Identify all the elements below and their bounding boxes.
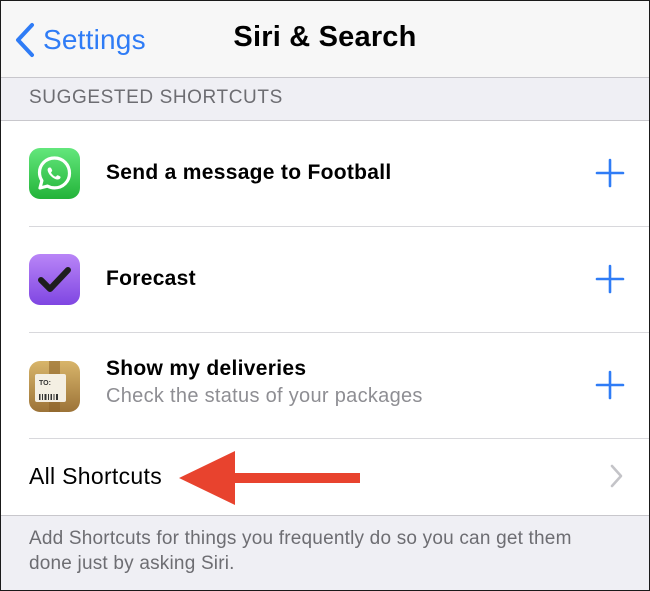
plus-icon[interactable] — [595, 370, 625, 400]
shortcut-row-deliveries[interactable]: TO: Show my deliveries Check the status … — [1, 333, 649, 439]
shortcut-subtitle: Check the status of your packages — [106, 385, 423, 407]
section-footer: Add Shortcuts for things you frequently … — [29, 528, 572, 574]
shortcut-title: Send a message to Football — [106, 161, 392, 184]
all-shortcuts-label: All Shortcuts — [29, 463, 163, 489]
navigation-bar: Settings Siri & Search — [1, 1, 649, 78]
omnifocus-checkmark-icon — [29, 254, 80, 305]
whatsapp-icon — [29, 148, 80, 199]
settings-screen: Settings Siri & Search SUGGESTED SHORTCU… — [0, 0, 650, 591]
shortcut-title: Forecast — [106, 267, 196, 290]
chevron-right-icon — [610, 464, 623, 488]
red-arrow-icon — [179, 451, 360, 505]
shortcut-title: Show my deliveries — [106, 357, 307, 380]
deliveries-package-icon: TO: — [29, 361, 80, 412]
svg-text:TO:: TO: — [39, 380, 51, 387]
shortcut-row-forecast[interactable]: Forecast — [1, 227, 649, 333]
plus-icon[interactable] — [595, 264, 625, 294]
page-title: Siri & Search — [233, 21, 417, 53]
plus-icon[interactable] — [595, 158, 625, 188]
shortcut-row-send-message[interactable]: Send a message to Football — [1, 121, 649, 227]
section-header: SUGGESTED SHORTCUTS — [29, 87, 283, 108]
